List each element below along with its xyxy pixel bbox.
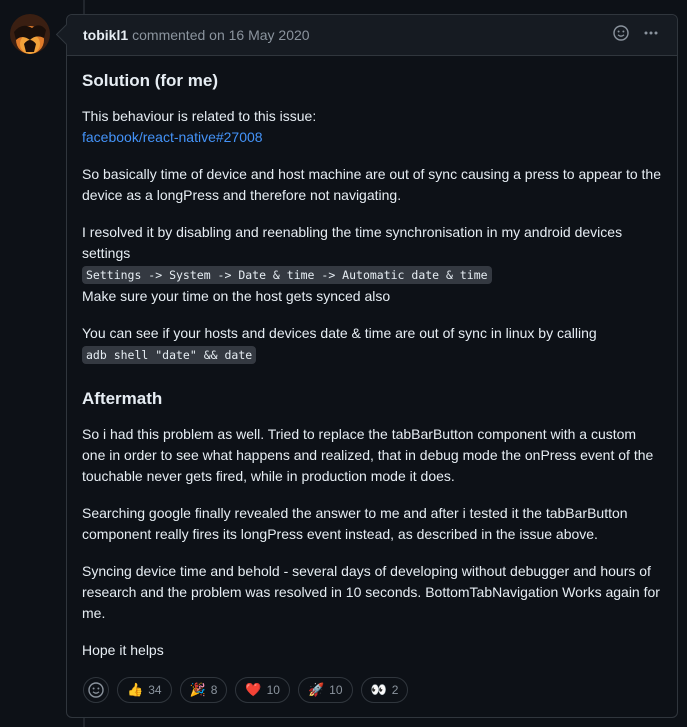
heart-icon: ❤️ bbox=[245, 682, 262, 697]
comment-body: Solution (for me) This behaviour is rela… bbox=[67, 56, 677, 661]
eyes-icon: 👀 bbox=[370, 682, 387, 697]
party-popper-icon: 🎉 bbox=[189, 682, 206, 697]
paragraph-check: You can see if your hosts and devices da… bbox=[82, 323, 662, 366]
heading-aftermath: Aftermath bbox=[82, 389, 163, 408]
check-text: You can see if your hosts and devices da… bbox=[82, 325, 597, 341]
comment-header: tobikl1 commented on 16 May 2020 bbox=[67, 15, 677, 56]
reaction-party-popper[interactable]: 🎉 8 bbox=[179, 677, 228, 703]
rocket-icon: 🚀 bbox=[307, 682, 325, 697]
comment-timestamp[interactable]: commented on 16 May 2020 bbox=[132, 27, 309, 43]
paragraph-syncing: Syncing device time and behold - several… bbox=[82, 563, 660, 621]
adb-command-code: adb shell "date" && date bbox=[82, 346, 257, 364]
paragraph-problem: So i had this problem as well. Tried to … bbox=[82, 426, 654, 484]
reaction-count: 2 bbox=[391, 683, 399, 697]
reaction-eyes[interactable]: 👀 2 bbox=[360, 677, 409, 703]
reaction-heart[interactable]: ❤️ 10 bbox=[235, 677, 290, 703]
comment-box: tobikl1 commented on 16 May 2020 Solutio… bbox=[55, 14, 678, 718]
avatar-image-icon bbox=[10, 14, 50, 54]
issue-intro-text: This behaviour is related to this issue: bbox=[82, 108, 317, 124]
reaction-thumbs-up[interactable]: 👍 34 bbox=[117, 677, 172, 703]
add-reaction-button[interactable] bbox=[83, 677, 109, 703]
settings-path-code: Settings -> System -> Date & time -> Aut… bbox=[82, 266, 492, 284]
reaction-count: 10 bbox=[329, 683, 343, 697]
reactions-bar: 👍 34 🎉 8 ❤️ 10 🚀 10 👀 2 bbox=[83, 677, 409, 703]
reaction-count: 8 bbox=[210, 683, 218, 697]
paragraph-resolved: I resolved it by disabling and reenablin… bbox=[82, 222, 662, 307]
thumbs-up-icon: 👍 bbox=[127, 682, 144, 697]
paragraph-issue: This behaviour is related to this issue:… bbox=[82, 106, 662, 148]
resolved-text: I resolved it by disabling and reenablin… bbox=[82, 224, 623, 261]
host-sync-text: Make sure your time on the host gets syn… bbox=[82, 288, 391, 304]
reaction-count: 10 bbox=[266, 683, 280, 697]
issue-link[interactable]: facebook/react-native#27008 bbox=[82, 129, 263, 145]
paragraph-sync: So basically time of device and host mac… bbox=[82, 166, 661, 203]
heading-solution: Solution (for me) bbox=[82, 71, 218, 90]
add-reaction-icon bbox=[88, 682, 104, 698]
avatar[interactable] bbox=[10, 14, 50, 54]
kebab-menu-icon[interactable] bbox=[643, 25, 659, 47]
paragraph-hope: Hope it helps bbox=[82, 642, 164, 658]
paragraph-google: Searching google finally revealed the an… bbox=[82, 505, 628, 542]
author-link[interactable]: tobikl1 bbox=[83, 27, 128, 43]
reaction-count: 34 bbox=[148, 683, 162, 697]
reaction-rocket[interactable]: 🚀 10 bbox=[297, 677, 353, 703]
smiley-icon[interactable] bbox=[613, 25, 629, 47]
